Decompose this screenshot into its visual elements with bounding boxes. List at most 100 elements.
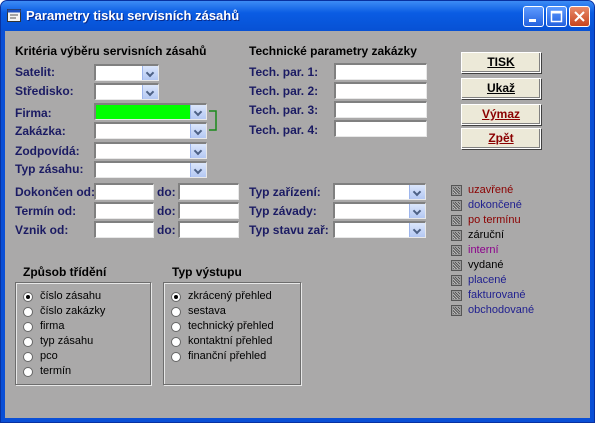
chevron-down-icon[interactable] [190, 144, 206, 158]
typ-stavu-combobox[interactable] [333, 221, 426, 238]
output-option-label: finanční přehled [188, 350, 267, 362]
sort-option-label: číslo zakázky [40, 305, 106, 317]
tech-par-4-label: Tech. par. 4: [249, 123, 319, 137]
status-label-zarucni: záruční [468, 229, 505, 241]
status-checkbox-fakturovane[interactable] [451, 290, 462, 301]
firma-label: Firma: [15, 106, 52, 120]
status-label-po-terminu: po termínu [468, 214, 521, 226]
firma-combobox[interactable] [94, 103, 207, 120]
sort-radio-cislo-zakazky[interactable] [23, 307, 33, 317]
clear-button[interactable]: Výmaz [461, 104, 541, 125]
termin-do-label: do: [157, 204, 176, 218]
status-checkbox-interni[interactable] [451, 245, 462, 256]
chevron-down-icon[interactable] [142, 66, 158, 80]
sort-title: Způsob třídění [23, 265, 107, 279]
termin-do-input[interactable] [178, 202, 239, 219]
maximize-button[interactable] [546, 6, 567, 27]
status-label-vydane: vydané [468, 259, 504, 271]
sort-radio-pco[interactable] [23, 352, 33, 362]
close-icon [574, 11, 585, 22]
tech-par-3-input[interactable] [334, 101, 427, 118]
output-radio-sestava[interactable] [171, 307, 181, 317]
termin-od-label: Termín od: [15, 204, 77, 218]
status-checkbox-uzavrene[interactable] [451, 185, 462, 196]
status-label-interni: interní [468, 244, 499, 256]
chevron-down-icon[interactable] [409, 204, 425, 218]
sort-radio-termin[interactable] [23, 367, 33, 377]
minimize-button[interactable] [523, 6, 544, 27]
dialog-body: Kritéria výběru servisních zásahů Sateli… [5, 31, 590, 418]
vznik-do-input[interactable] [178, 221, 239, 238]
sort-option-label: typ zásahu [40, 335, 94, 347]
typ-zasahu-combobox[interactable] [94, 161, 207, 178]
tech-par-3-label: Tech. par. 3: [249, 103, 319, 117]
typ-zasahu-label: Typ zásahu: [15, 162, 84, 176]
zodpovida-combobox[interactable] [94, 142, 207, 159]
output-radio-financni[interactable] [171, 352, 181, 362]
print-button[interactable]: TISK [461, 52, 541, 73]
firma-zakazka-bracket [209, 110, 217, 131]
typ-zarizeni-combobox[interactable] [333, 183, 426, 200]
chevron-down-icon[interactable] [190, 105, 206, 119]
status-label-placene: placené [468, 274, 507, 286]
tech-par-1-input[interactable] [334, 63, 427, 80]
tech-par-1-label: Tech. par. 1: [249, 65, 319, 79]
satelit-combobox[interactable] [94, 64, 159, 81]
status-checkbox-zarucni[interactable] [451, 230, 462, 241]
sort-radio-cislo-zasahu[interactable] [23, 292, 33, 302]
title-bar[interactable]: Parametry tisku servisních zásahů [1, 1, 594, 31]
window-title: Parametry tisku servisních zásahů [26, 8, 240, 23]
sort-option-label: termín [40, 365, 72, 377]
vznik-od-input[interactable] [94, 221, 154, 238]
back-button[interactable]: Zpět [461, 128, 541, 149]
sort-option-label: pco [40, 350, 58, 362]
status-label-uzavrene: uzavřené [468, 184, 514, 196]
status-checkbox-po-terminu[interactable] [451, 215, 462, 226]
stredisko-combobox[interactable] [94, 83, 159, 100]
output-radio-kontaktni[interactable] [171, 337, 181, 347]
output-group: zkrácený přehled sestava technický přehl… [163, 282, 301, 385]
status-label-fakturovane: fakturované [468, 289, 526, 301]
chevron-down-icon[interactable] [409, 223, 425, 237]
show-button[interactable]: Ukaž [461, 78, 541, 99]
chevron-down-icon[interactable] [190, 124, 206, 138]
chevron-down-icon[interactable] [409, 185, 425, 199]
close-button[interactable] [569, 6, 590, 27]
status-label-obchodovane: obchodované [468, 304, 535, 316]
tech-par-4-input[interactable] [334, 120, 427, 137]
zakazka-combobox[interactable] [94, 122, 207, 139]
window-icon [7, 9, 21, 22]
status-checkbox-placene[interactable] [451, 275, 462, 286]
status-checkbox-obchodovane[interactable] [451, 305, 462, 316]
output-option-label: kontaktní přehled [188, 335, 273, 347]
dialog-window: Parametry tisku servisních zásahů Kritér… [0, 0, 595, 423]
output-option-label: zkrácený přehled [188, 290, 272, 302]
status-checkbox-vydane[interactable] [451, 260, 462, 271]
sort-option-label: číslo zásahu [40, 290, 102, 302]
output-option-label: technický přehled [188, 320, 274, 332]
chevron-down-icon[interactable] [142, 85, 158, 99]
output-title: Typ výstupu [172, 265, 242, 279]
output-radio-zkraceny[interactable] [171, 292, 181, 302]
output-option-label: sestava [188, 305, 226, 317]
chevron-down-icon[interactable] [190, 163, 206, 177]
zodpovida-label: Zodpovídá: [15, 144, 80, 158]
status-checkbox-dokoncene[interactable] [451, 200, 462, 211]
typ-zarizeni-label: Typ zařízení: [249, 185, 321, 199]
maximize-icon [550, 10, 563, 23]
tech-heading: Technické parametry zakázky [249, 44, 417, 58]
sort-radio-firma[interactable] [23, 322, 33, 332]
termin-od-input[interactable] [94, 202, 154, 219]
output-radio-technicky[interactable] [171, 322, 181, 332]
typ-stavu-label: Typ stavu zař: [249, 223, 329, 237]
tech-par-2-input[interactable] [334, 82, 427, 99]
sort-group: číslo zásahu číslo zakázky firma typ zás… [15, 282, 151, 385]
dokoncen-do-label: do: [157, 185, 176, 199]
criteria-heading: Kritéria výběru servisních zásahů [15, 44, 207, 58]
typ-zavady-combobox[interactable] [333, 202, 426, 219]
sort-radio-typ-zasahu[interactable] [23, 337, 33, 347]
vznik-do-label: do: [157, 223, 176, 237]
dokoncen-od-input[interactable] [94, 183, 154, 200]
status-label-dokoncene: dokončené [468, 199, 522, 211]
dokoncen-do-input[interactable] [178, 183, 239, 200]
